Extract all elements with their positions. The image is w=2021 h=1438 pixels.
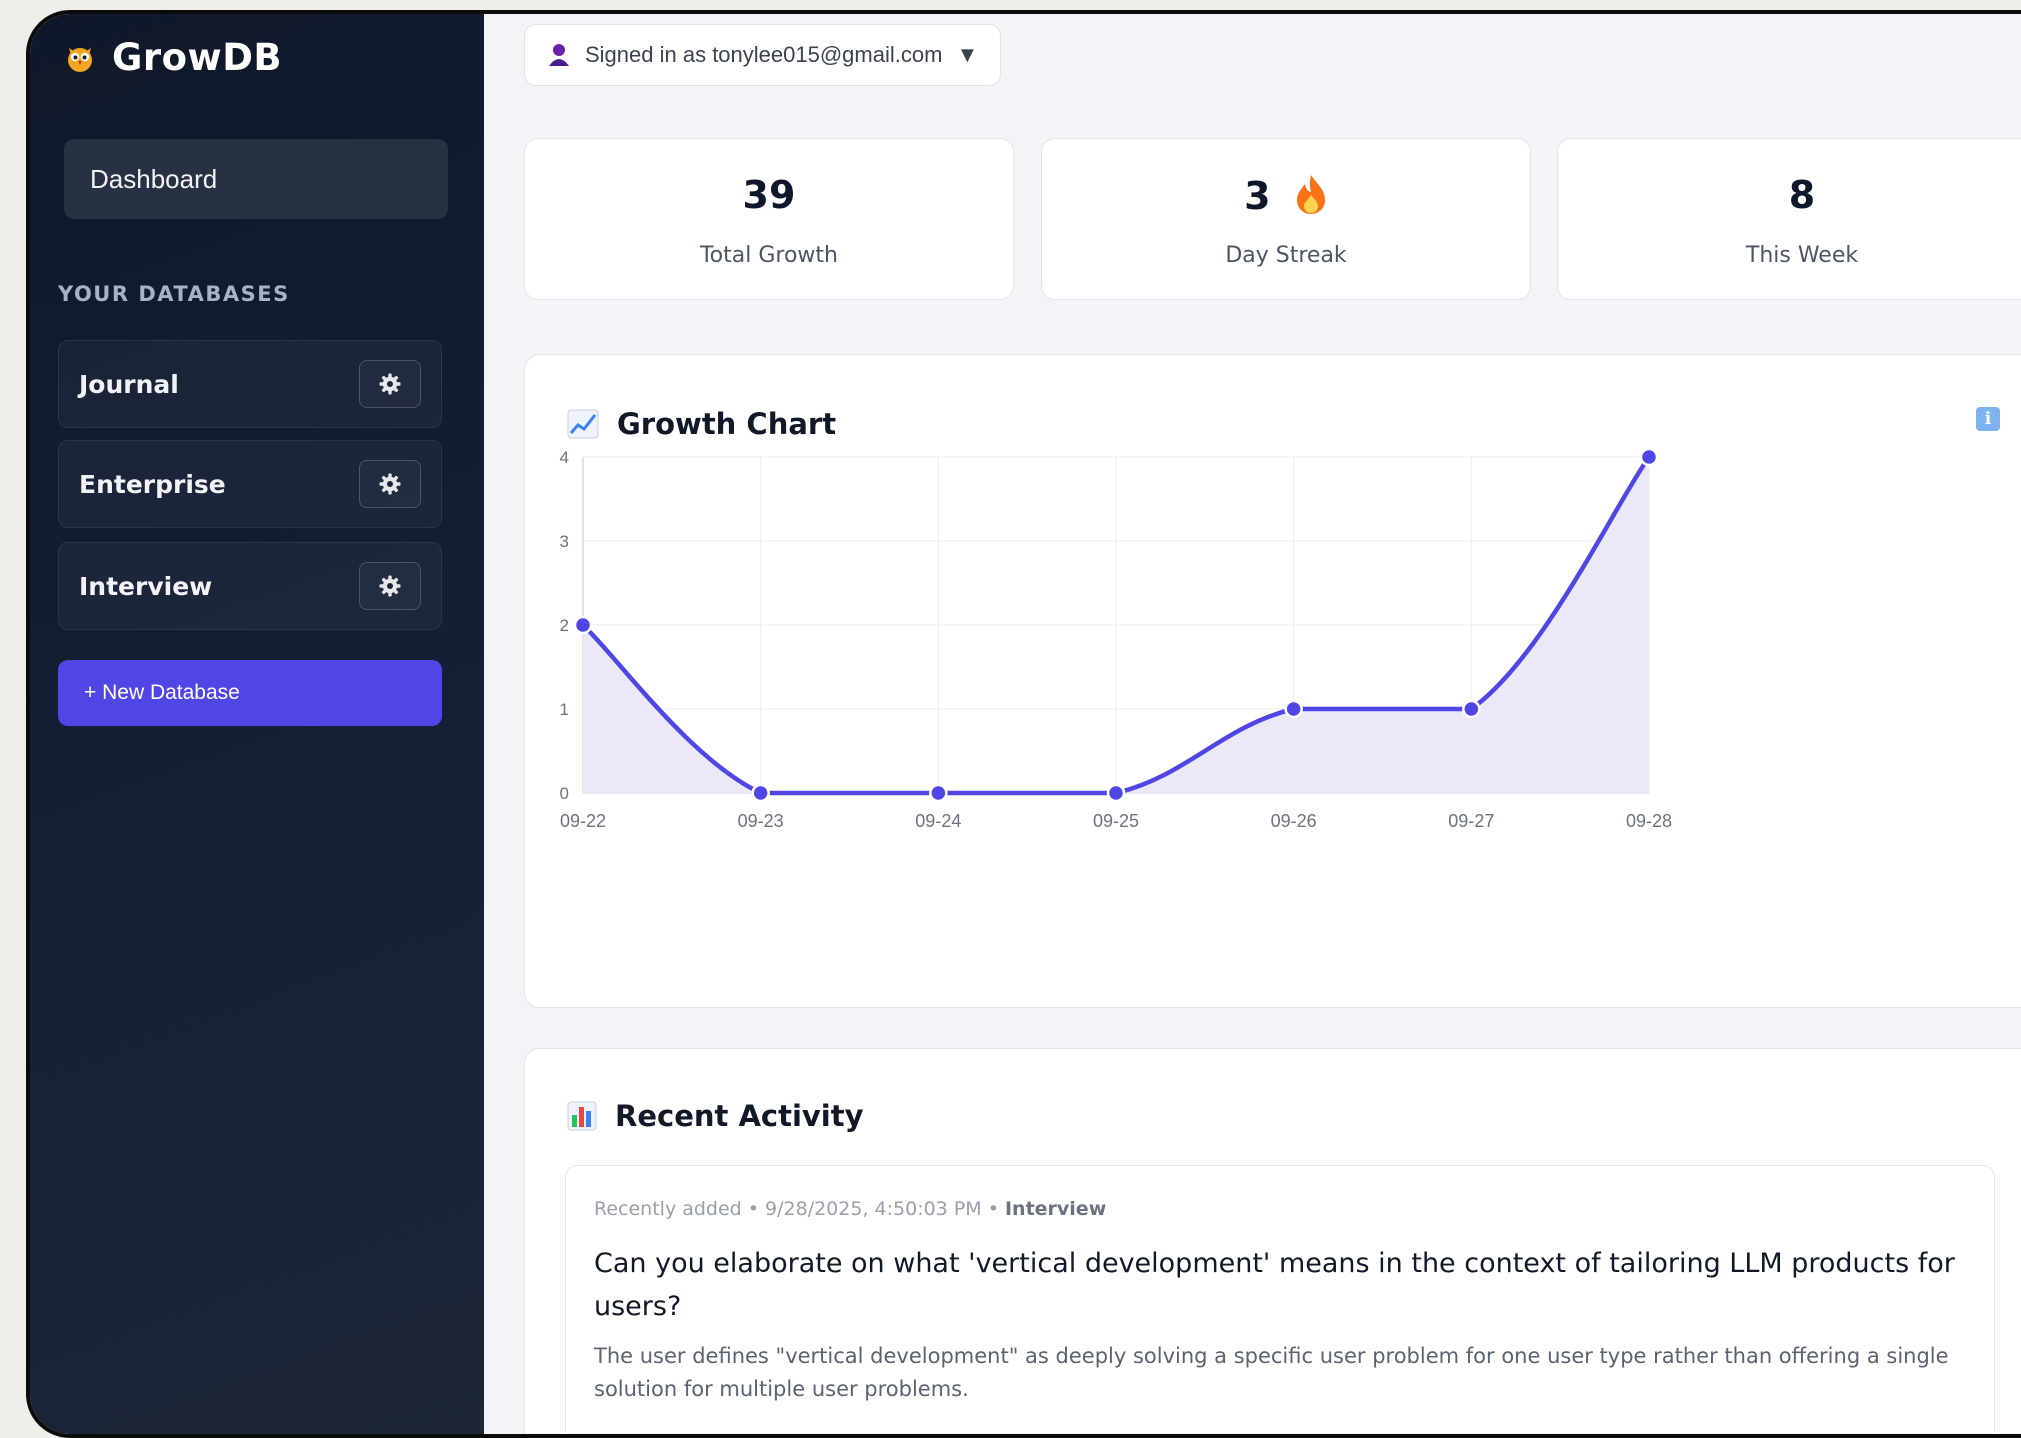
logo[interactable]: GrowDB bbox=[64, 36, 282, 79]
activity-database[interactable]: Interview bbox=[1005, 1198, 1106, 1220]
activity-timestamp: Recently added • 9/28/2025, 4:50:03 PM • bbox=[594, 1198, 999, 1220]
database-settings-button[interactable] bbox=[359, 460, 421, 508]
gear-icon bbox=[379, 575, 401, 597]
app-window: GrowDB Dashboard YOUR DATABASES Journal bbox=[26, 10, 2021, 1438]
x-tick-label: 09-28 bbox=[1626, 811, 1672, 831]
sidebar: GrowDB Dashboard YOUR DATABASES Journal bbox=[30, 14, 484, 1434]
database-label: Enterprise bbox=[79, 469, 226, 499]
sidebar-item-journal[interactable]: Journal bbox=[58, 340, 442, 428]
stat-value: 39 bbox=[742, 173, 796, 217]
data-point bbox=[929, 783, 948, 803]
activity-section-title: Recent Activity bbox=[615, 1099, 864, 1133]
owl-icon bbox=[68, 47, 92, 72]
database-label: Interview bbox=[79, 571, 213, 601]
stat-value: 8 bbox=[1788, 173, 1816, 217]
stat-label: Total Growth bbox=[699, 243, 838, 268]
sidebar-item-label: Dashboard bbox=[90, 163, 218, 194]
account-menu[interactable]: Signed in as tonylee015@gmail.com ▼ bbox=[524, 24, 1002, 86]
x-tick-label: 09-27 bbox=[1448, 811, 1494, 831]
x-tick-label: 09-25 bbox=[1093, 811, 1139, 831]
data-point bbox=[1462, 699, 1481, 719]
sidebar-item-interview[interactable]: Interview bbox=[58, 542, 442, 630]
y-tick-label: 2 bbox=[560, 616, 569, 635]
stat-card-day-streak: 3 Day Streak bbox=[1041, 138, 1531, 300]
sidebar-item-dashboard[interactable]: Dashboard bbox=[64, 139, 448, 219]
data-point bbox=[751, 783, 770, 803]
gear-icon bbox=[379, 373, 401, 395]
activity-title: Can you elaborate on what 'vertical deve… bbox=[594, 1248, 1955, 1322]
activity-item[interactable]: Recently added • 9/28/2025, 4:50:03 PM •… bbox=[565, 1165, 1995, 1434]
data-point bbox=[1284, 699, 1303, 719]
fire-icon bbox=[1296, 175, 1325, 214]
recent-activity-card: Recent Activity Recently added • 9/28/20… bbox=[524, 1048, 2021, 1434]
stat-card-this-week: 8 This Week bbox=[1557, 138, 2021, 300]
y-tick-label: 3 bbox=[560, 532, 569, 551]
y-tick-label: 4 bbox=[560, 448, 569, 467]
stat-value: 3 bbox=[1244, 174, 1271, 218]
activity-body: The user defines "vertical development" … bbox=[594, 1344, 1949, 1401]
stat-value-row: 3 bbox=[1042, 173, 1530, 218]
new-database-button[interactable]: + New Database bbox=[58, 660, 442, 726]
data-point bbox=[1639, 447, 1659, 467]
data-point bbox=[1106, 783, 1126, 803]
chevron-down-icon: ▼ bbox=[956, 42, 979, 67]
signed-in-text: Signed in as tonylee015@gmail.com bbox=[585, 42, 943, 67]
stat-label: This Week bbox=[1745, 243, 1859, 268]
main-content: Signed in as tonylee015@gmail.com ▼ 39 T… bbox=[484, 14, 2021, 1434]
database-label: Journal bbox=[79, 369, 179, 399]
section-heading-databases: YOUR DATABASES bbox=[58, 282, 290, 306]
database-settings-button[interactable] bbox=[359, 360, 421, 408]
database-settings-button[interactable] bbox=[359, 562, 421, 610]
stat-label: Day Streak bbox=[1225, 243, 1347, 268]
y-tick-label: 1 bbox=[560, 700, 569, 719]
x-tick-label: 09-23 bbox=[738, 811, 784, 831]
data-point bbox=[573, 615, 593, 635]
x-tick-label: 09-26 bbox=[1271, 811, 1317, 831]
growth-chart-card: Growth Chart i 0 1 2 3 4 09-22 09-23 09-24 09-25… bbox=[524, 354, 2021, 1008]
user-icon bbox=[549, 44, 569, 66]
growth-chart: 0 1 2 3 4 09-22 09-23 09-24 09-25 09-26 09-27 09-28 bbox=[560, 447, 1672, 831]
stat-card-total-growth: 39 Total Growth bbox=[524, 138, 1014, 300]
recent-activity-header: Recent Activity bbox=[567, 1099, 864, 1133]
x-tick-label: 09-24 bbox=[915, 811, 961, 831]
bar-chart-icon bbox=[567, 1101, 597, 1131]
gear-icon bbox=[379, 473, 401, 495]
app-name: GrowDB bbox=[112, 36, 283, 79]
activity-meta: Recently added • 9/28/2025, 4:50:03 PM •… bbox=[594, 1198, 1106, 1220]
y-tick-label: 0 bbox=[560, 784, 569, 803]
x-tick-label: 09-22 bbox=[560, 811, 606, 831]
sidebar-item-enterprise[interactable]: Enterprise bbox=[58, 440, 442, 528]
